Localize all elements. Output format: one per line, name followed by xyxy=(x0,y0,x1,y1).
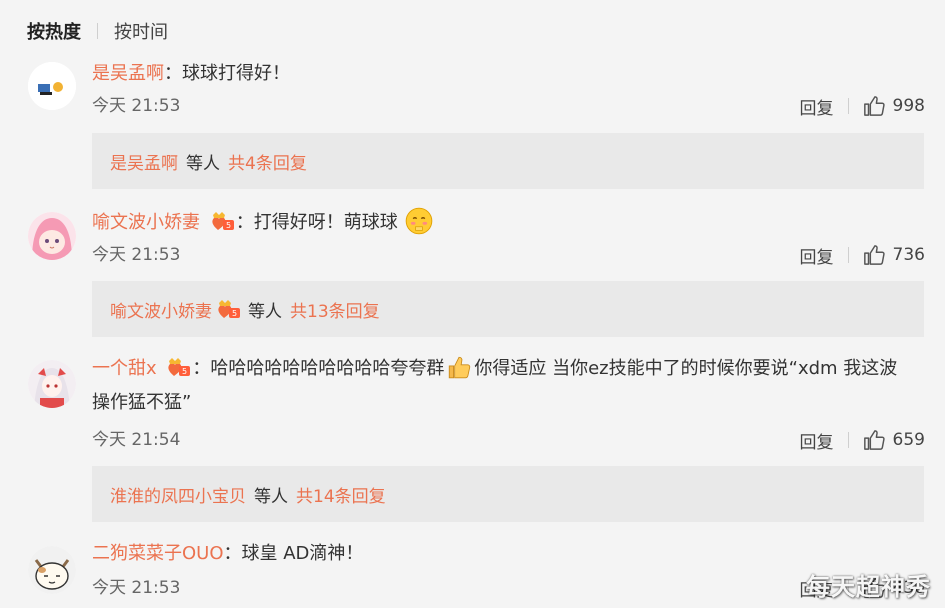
fan-badge-icon: 5 xyxy=(218,300,240,318)
like-thumb-icon[interactable] xyxy=(863,95,885,117)
svg-text:5: 5 xyxy=(182,367,187,376)
comment-time: 今天 21:53 xyxy=(92,578,181,598)
reply-username[interactable]: 是吴孟啊 xyxy=(110,149,178,174)
avatar[interactable] xyxy=(28,212,76,260)
sub-replies-box[interactable]: 喻文波小娇妻 5 等人 共13条回复 xyxy=(92,281,924,337)
reply-button[interactable]: 回复 xyxy=(800,94,834,119)
reply-button[interactable]: 回复 xyxy=(800,428,834,453)
comment-actions: 回复 998 xyxy=(800,93,925,119)
comment-actions: 回复 659 xyxy=(800,427,925,453)
thumbs-up-emoji-icon xyxy=(449,356,471,379)
avatar-image xyxy=(28,546,76,594)
like-thumb-icon[interactable] xyxy=(863,244,885,266)
comment-text-line: 喻文波小娇妻 5 ：打得好呀！萌球球 xyxy=(92,207,435,237)
comment-text: ：球球打得好！ xyxy=(164,63,290,84)
divider xyxy=(847,247,849,263)
divider xyxy=(97,23,98,39)
comment-time: 今天 21:53 xyxy=(92,96,181,116)
blush-emoji-icon xyxy=(406,207,433,235)
like-count: 659 xyxy=(892,430,925,450)
reply-count-link[interactable]: 共14条回复 xyxy=(296,482,386,507)
avatar[interactable] xyxy=(28,546,76,594)
watermark: 每天超神秀 xyxy=(806,573,931,601)
like-count: 736 xyxy=(892,245,925,265)
reply-others-text: 等人 xyxy=(248,301,282,322)
comment-text: ：打得好呀！萌球球 xyxy=(235,212,398,233)
reply-count-link[interactable]: 共4条回复 xyxy=(228,149,307,174)
avatar[interactable] xyxy=(28,62,76,110)
comment-time: 今天 21:54 xyxy=(92,430,181,450)
avatar-image xyxy=(28,212,76,260)
sub-replies-box[interactable]: 淮淮的凤四小宝贝 等人 共14条回复 xyxy=(92,466,924,522)
comment-text-line: 二狗菜菜子OUO：球皇 AD滴神！ xyxy=(92,540,363,568)
sub-replies-box[interactable]: 是吴孟啊 等人 共4条回复 xyxy=(92,133,924,189)
avatar-image xyxy=(28,360,76,408)
svg-text:5: 5 xyxy=(232,309,237,318)
reply-username[interactable]: 淮淮的凤四小宝贝 xyxy=(110,482,246,507)
reply-count-link[interactable]: 共13条回复 xyxy=(290,297,380,322)
like-count: 998 xyxy=(892,96,925,116)
reply-button[interactable]: 回复 xyxy=(800,243,834,268)
fan-badge-icon: 5 xyxy=(212,212,234,230)
comment-username[interactable]: 是吴孟啊 xyxy=(92,63,164,84)
reply-username[interactable]: 喻文波小娇妻 xyxy=(110,297,212,322)
sort-bar: 按热度 按时间 xyxy=(27,16,168,46)
avatar-image xyxy=(28,62,76,110)
comment-actions: 回复 736 xyxy=(800,242,925,268)
reply-others-text: 等人 xyxy=(254,486,288,507)
svg-text:5: 5 xyxy=(226,221,231,230)
comment-text-line: 是吴孟啊：球球打得好！ xyxy=(92,60,290,88)
comment-text-line: 一个甜x 5 ：哈哈哈哈哈哈哈哈哈哈夸夸群 你得适应 当你ez技能中了的时候你要… xyxy=(92,352,912,420)
comment-text: ：哈哈哈哈哈哈哈哈哈哈夸夸群 xyxy=(192,358,445,379)
divider xyxy=(847,98,849,114)
comment-text: ：球皇 AD滴神！ xyxy=(223,543,364,564)
sort-by-time-tab[interactable]: 按时间 xyxy=(114,18,168,44)
divider xyxy=(847,432,849,448)
comment-username[interactable]: 喻文波小娇妻 xyxy=(92,212,200,233)
comment-username[interactable]: 一个甜x xyxy=(92,358,157,379)
fan-badge-icon: 5 xyxy=(168,358,191,376)
reply-others-text: 等人 xyxy=(186,153,220,174)
avatar[interactable] xyxy=(28,360,76,408)
comment-time: 今天 21:53 xyxy=(92,245,181,265)
sort-by-hot-tab[interactable]: 按热度 xyxy=(27,18,81,44)
comment-username[interactable]: 二狗菜菜子OUO xyxy=(92,543,224,564)
like-thumb-icon[interactable] xyxy=(863,429,885,451)
